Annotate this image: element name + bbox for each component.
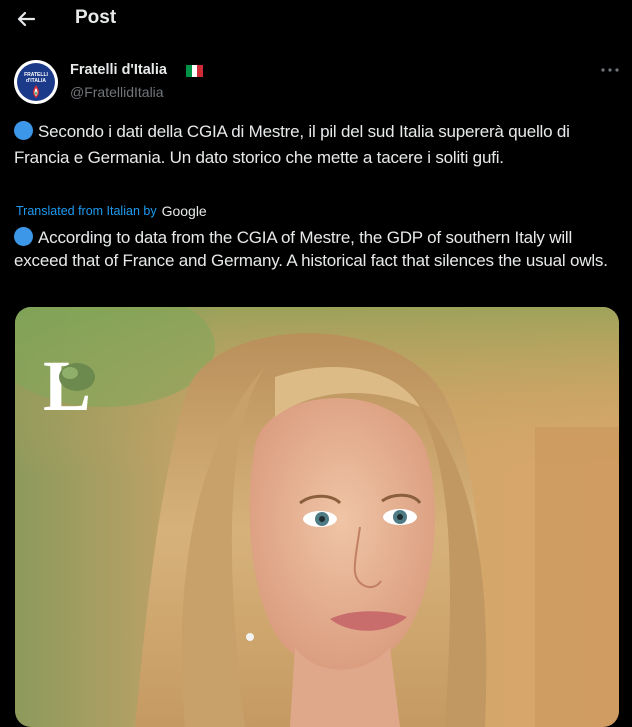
blue-circle-icon — [14, 227, 33, 246]
original-text: Secondo i dati della CGIA di Mestre, il … — [14, 122, 570, 167]
translation-note: Translated from Italian by Google — [16, 203, 207, 219]
portrait-photo: L — [15, 307, 619, 727]
watermark-logo: L — [43, 346, 95, 426]
more-options-icon — [601, 68, 619, 72]
avatar[interactable]: FRATELLI d'ITALIA — [14, 60, 58, 104]
post-translated-text: According to data from the CGIA of Mestr… — [14, 226, 620, 272]
arrow-left-icon — [17, 11, 36, 27]
top-bar: Post — [0, 0, 632, 40]
translated-text: According to data from the CGIA of Mestr… — [14, 228, 608, 270]
blue-circle-icon — [14, 121, 33, 140]
more-options-button[interactable] — [598, 60, 622, 80]
avatar-text-line2: d'ITALIA — [26, 78, 46, 84]
author-handle[interactable]: @FratellidItalia — [70, 84, 164, 100]
page-title: Post — [75, 7, 117, 28]
translation-provider: Google — [161, 203, 207, 219]
post-image[interactable]: L — [15, 307, 619, 727]
translation-label[interactable]: Translated from Italian by — [16, 204, 157, 218]
post-original-text: Secondo i dati della CGIA di Mestre, il … — [14, 119, 620, 171]
author-name[interactable]: Fratelli d'Italia — [70, 62, 167, 78]
back-button[interactable] — [14, 6, 40, 32]
party-logo-icon: FRATELLI d'ITALIA — [14, 60, 58, 104]
italy-flag-icon — [186, 65, 204, 77]
